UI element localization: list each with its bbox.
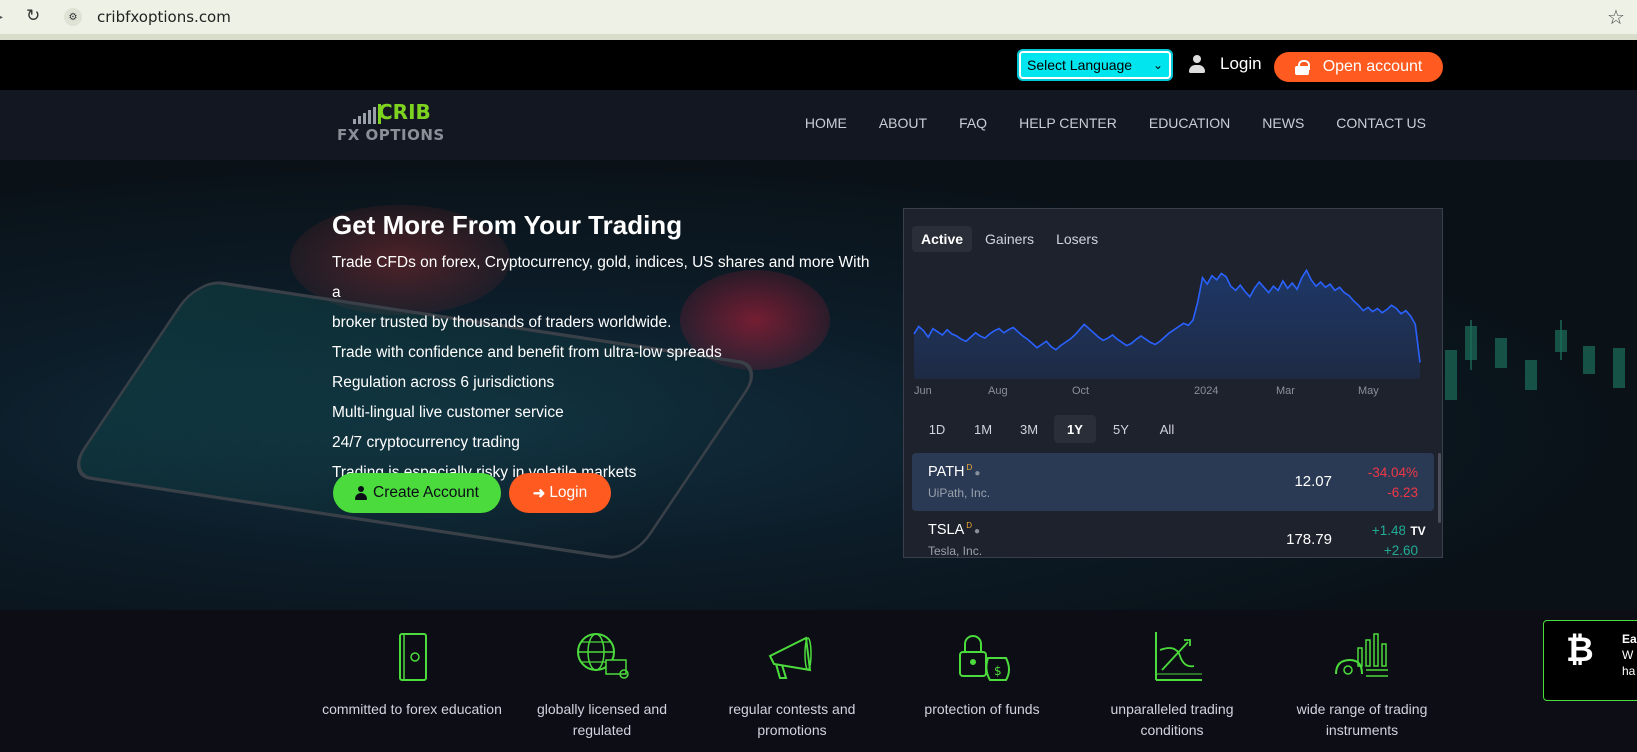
symbol-name: Tesla, Inc.: [928, 544, 983, 558]
lock-icon: [1294, 59, 1310, 75]
top-login-link[interactable]: Login: [1188, 54, 1262, 74]
reload-icon[interactable]: ↻: [26, 6, 40, 26]
tab-losers[interactable]: Losers: [1047, 226, 1107, 252]
top-login-label: Login: [1220, 54, 1262, 73]
x-tick-label: Mar: [1276, 385, 1295, 397]
tab-active[interactable]: Active: [912, 226, 973, 252]
crypto-promo-popup[interactable]: ₿ Ea W ha: [1543, 620, 1637, 701]
svg-text:$: $: [994, 664, 1002, 678]
hero-line: 24/7 cryptocurrency trading: [332, 434, 520, 451]
feature-item: committed to forex education: [322, 630, 502, 720]
site-logo[interactable]: CRIB FX OPTIONS: [337, 96, 457, 148]
hero-login-label: Login: [549, 484, 588, 501]
x-tick-label: Jun: [914, 385, 932, 397]
nav-faq[interactable]: FAQ: [959, 115, 987, 131]
site-info-icon[interactable]: ⚙: [64, 8, 82, 26]
x-tick-label: May: [1358, 385, 1379, 397]
nav-help-center[interactable]: HELP CENTER: [1019, 115, 1117, 131]
range-3m[interactable]: 3M: [1008, 415, 1050, 443]
feature-label: wide range of trading instruments: [1296, 701, 1428, 738]
bookmark-star-icon[interactable]: ☆: [1607, 5, 1625, 30]
browser-bar: ▸ ↻ ⚙ cribfxoptions.com ☆: [0, 0, 1637, 34]
price-chart[interactable]: [912, 259, 1432, 379]
user-icon: [1188, 55, 1206, 73]
range-all[interactable]: All: [1146, 415, 1188, 443]
symbol-row[interactable]: TSLA D● Tesla, Inc. 178.79 +1.48% +2.60: [912, 511, 1434, 558]
lock-moneybag-icon: $: [959, 635, 1010, 681]
x-tick-label: 2024: [1194, 385, 1219, 397]
chart-arrow-icon: [1155, 632, 1202, 681]
address-bar[interactable]: cribfxoptions.com: [97, 8, 231, 26]
book-icon: [399, 633, 427, 681]
symbol-row[interactable]: PATH D● UiPath, Inc. 12.07 -34.04% -6.23: [912, 453, 1434, 511]
globe-certificate-icon: [577, 633, 629, 679]
megaphone-icon: [768, 636, 812, 679]
x-tick-label: Oct: [1072, 385, 1090, 397]
widget-scrollbar[interactable]: [1438, 453, 1441, 523]
feature-item: globally licensed and regulated: [512, 630, 692, 741]
feature-label: regular contests and promotions: [728, 701, 856, 738]
range-selector: 1D 1M 3M 1Y 5Y All: [916, 415, 1188, 443]
nav-about[interactable]: ABOUT: [879, 115, 927, 131]
tradingview-logo-icon[interactable]: TV: [1405, 522, 1431, 540]
site-header: CRIB FX OPTIONS HOME ABOUT FAQ HELP CENT…: [0, 90, 1637, 160]
widget-tabs: Active Gainers Losers: [912, 226, 1107, 252]
instruments-icon: [1335, 633, 1388, 677]
feature-item: unparalleled trading conditions: [1082, 630, 1262, 741]
hero-description: Trade CFDs on forex, Cryptocurrency, gol…: [332, 248, 872, 488]
chevron-down-icon: ⌄: [1152, 58, 1163, 72]
language-select-label: Select Language: [1027, 57, 1133, 73]
hero-line: Multi-lingual live customer service: [332, 404, 564, 421]
open-account-button[interactable]: Open account: [1274, 52, 1443, 82]
tab-gainers[interactable]: Gainers: [976, 226, 1043, 252]
user-icon: [355, 486, 367, 500]
symbol-name: UiPath, Inc.: [928, 486, 991, 500]
symbol-price: 178.79: [1286, 531, 1332, 548]
x-tick-label: Aug: [988, 385, 1008, 397]
range-1d[interactable]: 1D: [916, 415, 958, 443]
hero-line: Regulation across 6 jurisdictions: [332, 374, 555, 391]
symbol-change: -34.04% -6.23: [1367, 465, 1418, 500]
hero-line: Trade with confidence and benefit from u…: [332, 344, 722, 361]
top-bar: Select Language ⌄ Login Open account: [0, 40, 1637, 90]
symbol-price: 12.07: [1294, 473, 1332, 490]
back-icon[interactable]: ▸: [0, 8, 3, 25]
feature-item: $ protection of funds: [892, 630, 1072, 720]
symbol-ticker: TSLA D●: [928, 521, 981, 538]
hero-login-button[interactable]: ➜ Login: [509, 473, 611, 513]
open-account-label: Open account: [1322, 58, 1423, 75]
main-nav: HOME ABOUT FAQ HELP CENTER EDUCATION NEW…: [805, 115, 1426, 131]
chart-area-fill: [914, 270, 1420, 379]
create-account-button[interactable]: Create Account: [333, 473, 501, 513]
symbol-ticker: PATH D●: [928, 463, 981, 480]
range-1y[interactable]: 1Y: [1054, 415, 1096, 443]
logo-text-top: CRIB: [378, 100, 431, 124]
range-1m[interactable]: 1M: [962, 415, 1004, 443]
symbol-list: PATH D● UiPath, Inc. 12.07 -34.04% -6.23 …: [912, 453, 1434, 558]
feature-item: regular contests and promotions: [702, 630, 882, 741]
hero-line: broker trusted by thousands of traders w…: [332, 314, 672, 331]
crypto-promo-text: Ea W ha: [1622, 632, 1637, 678]
sign-in-icon: ➜: [532, 485, 546, 502]
hero-line: Trade CFDs on forex, Cryptocurrency, gol…: [332, 254, 870, 301]
logo-text-bottom: FX OPTIONS: [337, 126, 445, 144]
nav-contact-us[interactable]: CONTACT US: [1336, 115, 1426, 131]
features-section: committed to forex education globally li…: [0, 610, 1637, 752]
nav-education[interactable]: EDUCATION: [1149, 115, 1230, 131]
feature-label: unparalleled trading conditions: [1110, 701, 1234, 738]
nav-home[interactable]: HOME: [805, 115, 847, 131]
feature-label: protection of funds: [924, 701, 1040, 717]
market-movers-widget: Active Gainers Losers Jun Aug Oct 2024 M…: [903, 208, 1443, 558]
bitcoin-icon: ₿: [1566, 631, 1594, 669]
chart-x-axis: Jun Aug Oct 2024 Mar May: [912, 385, 1432, 401]
hero-title: Get More From Your Trading: [332, 210, 683, 240]
language-select[interactable]: Select Language ⌄: [1019, 51, 1171, 79]
logo-bars-icon: [353, 104, 381, 124]
create-account-label: Create Account: [373, 484, 479, 501]
feature-item: wide range of trading instruments: [1272, 630, 1452, 741]
feature-label: committed to forex education: [322, 701, 502, 717]
feature-label: globally licensed and regulated: [537, 701, 667, 738]
range-5y[interactable]: 5Y: [1100, 415, 1142, 443]
nav-news[interactable]: NEWS: [1262, 115, 1304, 131]
